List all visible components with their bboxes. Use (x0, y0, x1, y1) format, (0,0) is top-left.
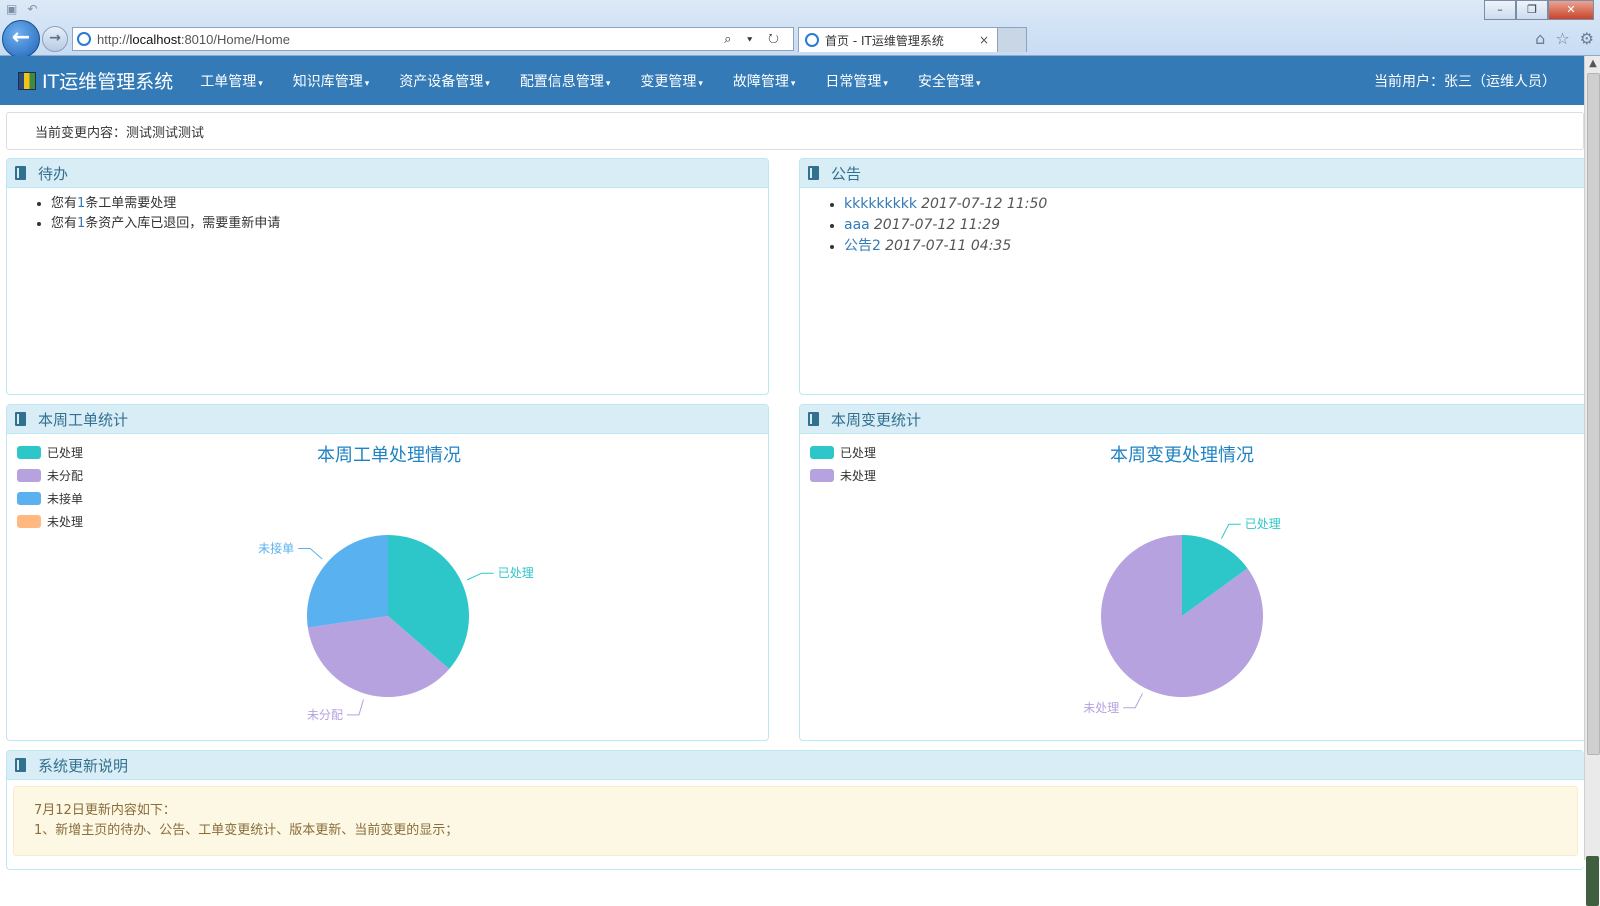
star-icon[interactable]: ☆ (1555, 29, 1569, 48)
panel-heading: 系统更新说明 (7, 751, 1584, 780)
pie-label-line (346, 699, 364, 716)
pie-label-line (298, 548, 323, 560)
window-controls: – ❐ ✕ (1484, 0, 1594, 20)
panel-title: 公告 (831, 164, 862, 183)
notice-time: 2017-07-12 11:29 (873, 217, 1001, 233)
tab-ie-icon (805, 33, 819, 47)
pie-label: 已处理 (1245, 517, 1281, 531)
minimize-button[interactable]: – (1484, 0, 1516, 20)
tab-close-icon[interactable]: × (979, 33, 997, 47)
notice-list: kkkkkkkkk 2017-07-12 11:50 aaa 2017-07-1… (800, 194, 1584, 257)
update-line: 1、新增主页的待办、公告、工单变更统计、版本更新、当前变更的显示； (34, 823, 459, 838)
back-button[interactable]: ← (2, 20, 40, 58)
scrollbar-thumb[interactable] (1587, 73, 1600, 755)
notice-link[interactable]: kkkkkkkkk (844, 196, 917, 212)
notice-link[interactable]: aaa (844, 217, 870, 233)
top-navbar: IT运维管理系统 工单管理 ▾ 知识库管理 ▾ 资产设备管理 ▾ 配置信息管理 ▾ 变更… (0, 56, 1584, 105)
new-tab-button[interactable] (997, 27, 1027, 52)
forward-button[interactable]: → (42, 26, 68, 52)
caret-down-icon: ▾ (605, 78, 611, 89)
menu-daily[interactable]: 日常管理 ▾ (810, 71, 903, 91)
notice-panel: 公告 kkkkkkkkk 2017-07-12 11:50 aaa 2017-0… (799, 158, 1584, 395)
scrollbar-grip[interactable] (1586, 856, 1599, 906)
caret-down-icon: ▾ (883, 78, 888, 89)
home-icon[interactable]: ⌂ (1535, 29, 1545, 48)
panel-title: 待办 (38, 164, 69, 183)
save-icon[interactable]: ▣ (6, 2, 17, 16)
pie-label: 未分配 (307, 708, 343, 722)
update-notes-panel: 系统更新说明 7月12日更新内容如下： 1、新增主页的待办、公告、工单变更统计、… (6, 750, 1584, 870)
list-item: 公告2 2017-07-11 04:35 (844, 236, 1584, 257)
main-menu: 工单管理 ▾ 知识库管理 ▾ 资产设备管理 ▾ 配置信息管理 ▾ 变更管理 ▾ 故障管理 ▾… (185, 71, 995, 91)
menu-ticket[interactable]: 工单管理 ▾ (185, 71, 278, 91)
current-change-text: 当前变更内容：测试测试测试 (35, 125, 205, 141)
panel-heading: 待办 (7, 159, 768, 188)
book-icon (15, 166, 26, 180)
page-scrollbar[interactable]: ▲ (1584, 56, 1600, 906)
book-icon (808, 166, 819, 180)
current-user[interactable]: 当前用户：张三（运维人员） (1374, 71, 1556, 91)
panel-heading: 公告 (800, 159, 1584, 188)
gear-icon[interactable]: ⚙ (1580, 29, 1594, 48)
brand-title: IT运维管理系统 (42, 71, 174, 93)
menu-change[interactable]: 变更管理 ▾ (625, 71, 718, 91)
pie-label-line (466, 572, 494, 581)
update-line: 7月12日更新内容如下： (34, 803, 176, 818)
book-icon (15, 758, 26, 772)
menu-security[interactable]: 安全管理 ▾ (903, 71, 996, 91)
ticket-pie-chart: 已处理未分配 未接单 (258, 535, 534, 722)
menu-asset[interactable]: 资产设备管理 ▾ (384, 71, 505, 91)
panel-title: 系统更新说明 (38, 756, 129, 775)
pie-label-line (1123, 693, 1143, 709)
pie-label: 未处理 (1083, 701, 1119, 715)
caret-down-icon: ▾ (790, 78, 796, 89)
pie-label: 未接单 (258, 541, 294, 556)
menu-knowledge[interactable]: 知识库管理 ▾ (278, 71, 385, 91)
notice-time: 2017-07-12 11:50 (921, 196, 1048, 212)
caret-down-icon: ▾ (485, 78, 490, 89)
undo-icon[interactable]: ↶ (27, 2, 37, 16)
browser-chrome: ▣ ↶ – ❐ ✕ ← → http://localhost:8010/Home… (0, 0, 1600, 58)
list-item: kkkkkkkkk 2017-07-12 11:50 (844, 194, 1584, 215)
scroll-up-icon[interactable]: ▲ (1585, 56, 1600, 72)
restore-button[interactable]: ❐ (1516, 0, 1548, 20)
ticket-stats-panel: 本周工单统计 已处理 未分配 未接单 未处理 本周工单处理情况 已处理 未分配 未接单 (6, 404, 769, 741)
caret-down-icon: ▾ (698, 78, 703, 89)
list-item[interactable]: 您有1条工单需要处理 (51, 194, 768, 214)
pie-slice[interactable] (307, 535, 388, 628)
caret-down-icon: ▾ (258, 78, 263, 89)
tab-title: 首页 - IT运维管理系统 (825, 33, 944, 48)
close-window-button[interactable]: ✕ (1548, 0, 1594, 20)
address-url[interactable]: http://localhost:8010/Home/Home (97, 32, 724, 47)
current-change-bar: 当前变更内容：测试测试测试 (6, 112, 1584, 150)
todo-list: 您有1条工单需要处理 您有1条资产入库已退回，需要重新申请 (7, 194, 768, 234)
caret-down-icon: ▾ (364, 78, 370, 89)
todo-panel: 待办 您有1条工单需要处理 您有1条资产入库已退回，需要重新申请 (6, 158, 769, 395)
notice-time: 2017-07-11 04:35 (885, 238, 1012, 254)
pie-label: 已处理 (498, 566, 534, 580)
list-item: aaa 2017-07-12 11:29 (844, 215, 1584, 236)
list-item[interactable]: 您有1条资产入库已退回，需要重新申请 (51, 214, 768, 234)
brand-logo-icon (18, 71, 36, 90)
address-bar[interactable]: http://localhost:8010/Home/Home ⌕ ▾ ↻ (72, 27, 794, 51)
search-refresh-icons[interactable]: ⌕ ▾ ↻ (724, 31, 793, 47)
change-pie-chart: 已处理未处理 (1083, 517, 1281, 715)
browser-tab[interactable]: 首页 - IT运维管理系统 × (798, 27, 998, 52)
ie-icon (77, 32, 91, 46)
notice-link[interactable]: 公告2 (844, 238, 881, 254)
caret-down-icon: ▾ (975, 78, 981, 89)
change-stats-panel: 本周变更统计 已处理 未处理 本周变更处理情况 已处理 未处理 (799, 404, 1584, 741)
pie-label-line (1221, 523, 1241, 539)
menu-config[interactable]: 配置信息管理 ▾ (505, 71, 626, 91)
update-notes-body: 7月12日更新内容如下： 1、新增主页的待办、公告、工单变更统计、版本更新、当前… (13, 786, 1578, 856)
browser-tools: ⌂ ☆ ⚙ (1535, 29, 1594, 48)
menu-fault[interactable]: 故障管理 ▾ (718, 71, 811, 91)
brand[interactable]: IT运维管理系统 (18, 67, 173, 94)
quick-access-toolbar: ▣ ↶ (6, 2, 37, 16)
